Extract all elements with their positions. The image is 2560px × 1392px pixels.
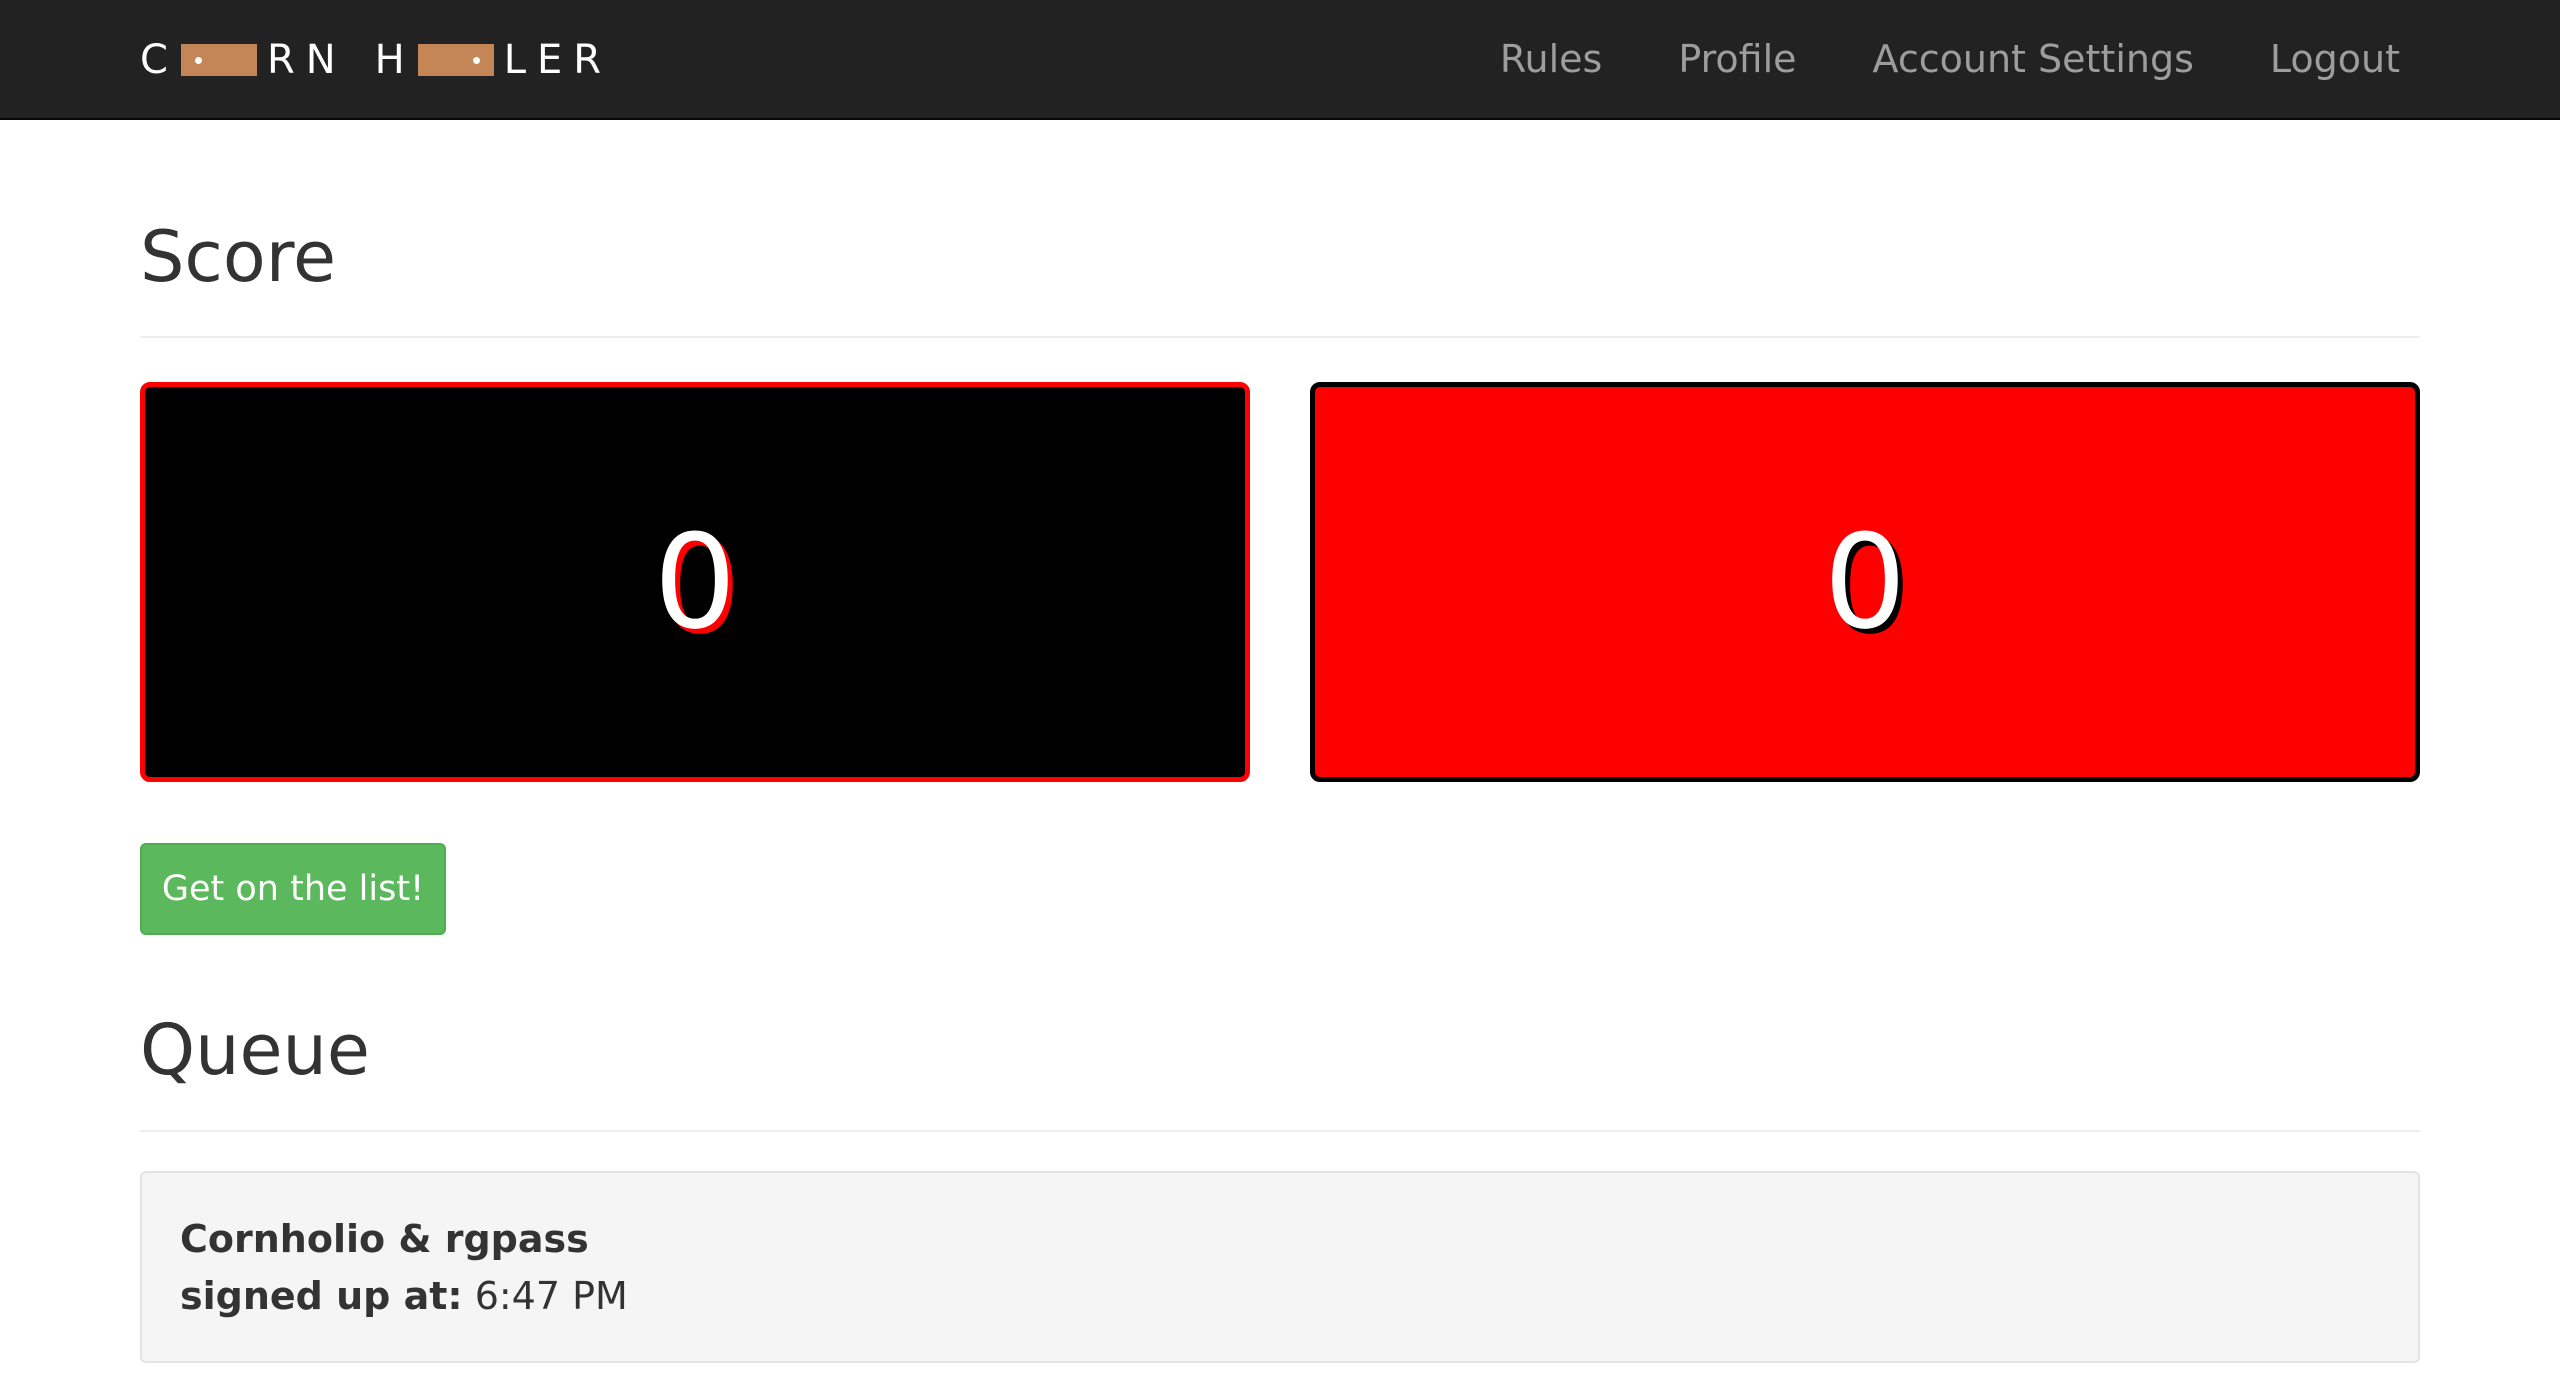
get-on-list-button[interactable]: Get on the list! (140, 843, 446, 935)
queue-entry-signup: signed up at: 6:47 PM (180, 1268, 2380, 1325)
brand-text-h: H (374, 37, 416, 83)
score-heading: Score (140, 216, 337, 298)
queue-entry: Cornholio & rgpass signed up at: 6:47 PM (140, 1171, 2420, 1363)
queue-heading: Queue (140, 1009, 370, 1091)
top-navbar: C RN H LER Rules Profile Account Setting… (0, 0, 2560, 120)
brand-logo[interactable]: C RN H LER (140, 36, 612, 84)
queue-entry-players: Cornholio & rgpass (180, 1217, 589, 1261)
signup-label: signed up at: (180, 1274, 463, 1318)
black-team-score-box: 0 (140, 382, 1250, 782)
cornhole-board-icon (417, 44, 494, 76)
nav-links: Rules Profile Account Settings Logout (1500, 0, 2400, 118)
brand-text-rn: RN (266, 37, 347, 83)
queue-divider (140, 1130, 2420, 1132)
nav-link-logout[interactable]: Logout (2270, 37, 2400, 81)
nav-link-profile[interactable]: Profile (1678, 37, 1796, 81)
score-divider (140, 336, 2420, 338)
brand-text-ler: LER (503, 37, 613, 83)
red-team-score: 0 (1823, 506, 1907, 658)
brand-text-c: C (140, 37, 179, 83)
signup-time: 6:47 PM (474, 1274, 628, 1318)
nav-link-rules[interactable]: Rules (1500, 37, 1603, 81)
red-team-score-box: 0 (1310, 382, 2420, 782)
cornhole-board-icon (180, 44, 257, 76)
nav-link-account-settings[interactable]: Account Settings (1873, 37, 2194, 81)
black-team-score: 0 (653, 506, 737, 658)
